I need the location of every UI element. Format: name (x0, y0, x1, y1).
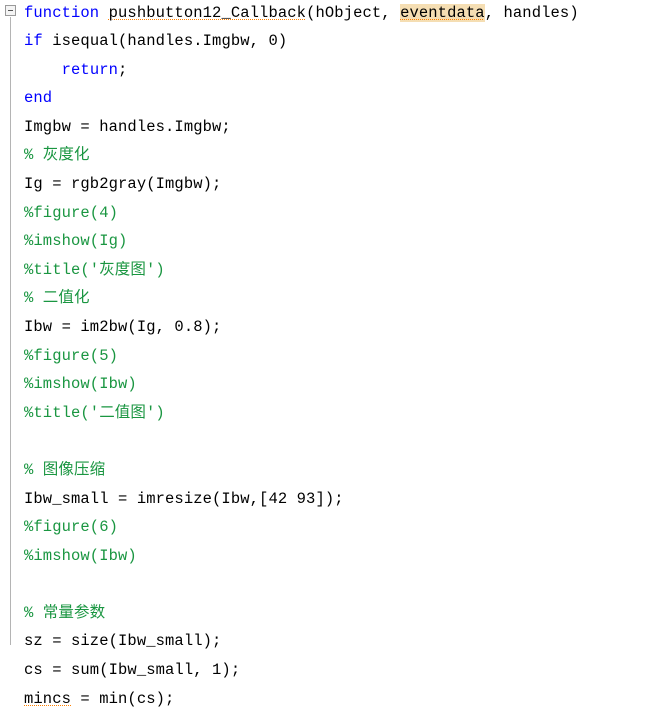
code-token: Imgbw = handles.Imgbw; (24, 117, 231, 136)
warning-token: pushbutton12_Callback (108, 4, 307, 22)
code-line[interactable]: mincs = min(cs); (24, 685, 664, 713)
comment-token: %imshow(Ig) (24, 232, 128, 251)
code-line[interactable]: Ibw_small = imresize(Ibw,[42 93]); (24, 485, 664, 514)
fold-minus-glyph (8, 10, 13, 11)
code-line[interactable]: Ibw = im2bw(Ig, 0.8); (24, 313, 664, 342)
comment-token: %imshow(Ibw) (24, 546, 137, 565)
code-token: Ibw_small = imresize(Ibw,[42 93]); (24, 489, 344, 508)
code-line[interactable]: end (24, 84, 664, 113)
code-token: cs = sum(Ibw_small, 1); (24, 661, 241, 680)
code-line[interactable]: sz = size(Ibw_small); (24, 627, 664, 656)
code-line[interactable]: % 二值化 (24, 284, 664, 313)
code-line[interactable]: %figure(6) (24, 513, 664, 542)
keyword-token: return (61, 60, 119, 79)
editor-gutter (0, 0, 24, 648)
comment-token: % 图像压缩 (24, 460, 106, 479)
warning-token: mincs (24, 689, 72, 708)
highlighted-token: eventdata (400, 4, 485, 22)
code-token: , handles) (484, 4, 579, 22)
code-line[interactable]: %imshow(Ig) (24, 227, 664, 256)
code-token: = min(cs); (71, 689, 175, 708)
code-lines-container[interactable]: function pushbutton12_Callback(hObject, … (24, 0, 664, 713)
code-line[interactable]: % 图像压缩 (24, 456, 664, 485)
code-line[interactable] (24, 427, 664, 456)
comment-token: % 二值化 (24, 289, 90, 308)
comment-token: %title('灰度图') (24, 260, 165, 279)
code-token: isequal(handles.Imgbw, 0) (42, 32, 288, 50)
comment-token: % 常量参数 (24, 603, 106, 622)
comment-token: %imshow(Ibw) (24, 375, 137, 394)
code-line[interactable]: cs = sum(Ibw_small, 1); (24, 656, 664, 685)
code-token: ; (118, 60, 128, 79)
code-line[interactable]: %imshow(Ibw) (24, 542, 664, 571)
keyword-token: function (24, 4, 100, 22)
code-line[interactable]: Imgbw = handles.Imgbw; (24, 113, 664, 142)
keyword-token: end (24, 89, 53, 108)
code-line[interactable]: %figure(4) (24, 199, 664, 228)
comment-token: %title('二值图') (24, 403, 165, 422)
comment-token: %figure(5) (24, 346, 119, 365)
code-line[interactable]: % 灰度化 (24, 141, 664, 170)
code-token: Ig = rgb2gray(Imgbw); (24, 174, 222, 193)
code-fold-toggle-icon[interactable] (5, 5, 16, 16)
code-line[interactable]: return; (24, 56, 664, 85)
code-editor[interactable]: function pushbutton12_Callback(hObject, … (0, 0, 664, 708)
code-line[interactable]: %imshow(Ibw) (24, 370, 664, 399)
code-line[interactable] (24, 570, 664, 599)
indent-guide-line (10, 17, 11, 645)
code-line[interactable]: %figure(5) (24, 342, 664, 371)
code-token: (hObject, (306, 4, 401, 22)
code-line[interactable]: %title('二值图') (24, 399, 664, 428)
code-line[interactable]: if isequal(handles.Imgbw, 0) (24, 27, 664, 56)
code-line[interactable]: %title('灰度图') (24, 256, 664, 285)
code-line[interactable]: function pushbutton12_Callback(hObject, … (24, 0, 664, 27)
code-line[interactable]: % 常量参数 (24, 599, 664, 628)
keyword-token: if (24, 32, 43, 50)
comment-token: %figure(4) (24, 203, 119, 222)
comment-token: %figure(6) (24, 518, 119, 537)
code-line[interactable]: Ig = rgb2gray(Imgbw); (24, 170, 664, 199)
code-token: Ibw = im2bw(Ig, 0.8); (24, 317, 222, 336)
comment-token: % 灰度化 (24, 146, 90, 165)
